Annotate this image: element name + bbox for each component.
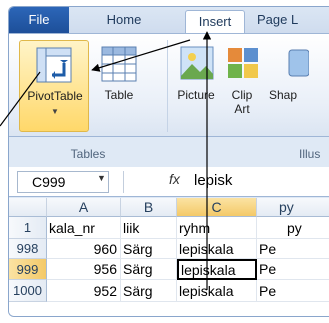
arrow-left-line (0, 71, 41, 127)
annotation-arrows (0, 31, 212, 290)
arrow-to-pivottable (91, 39, 191, 72)
